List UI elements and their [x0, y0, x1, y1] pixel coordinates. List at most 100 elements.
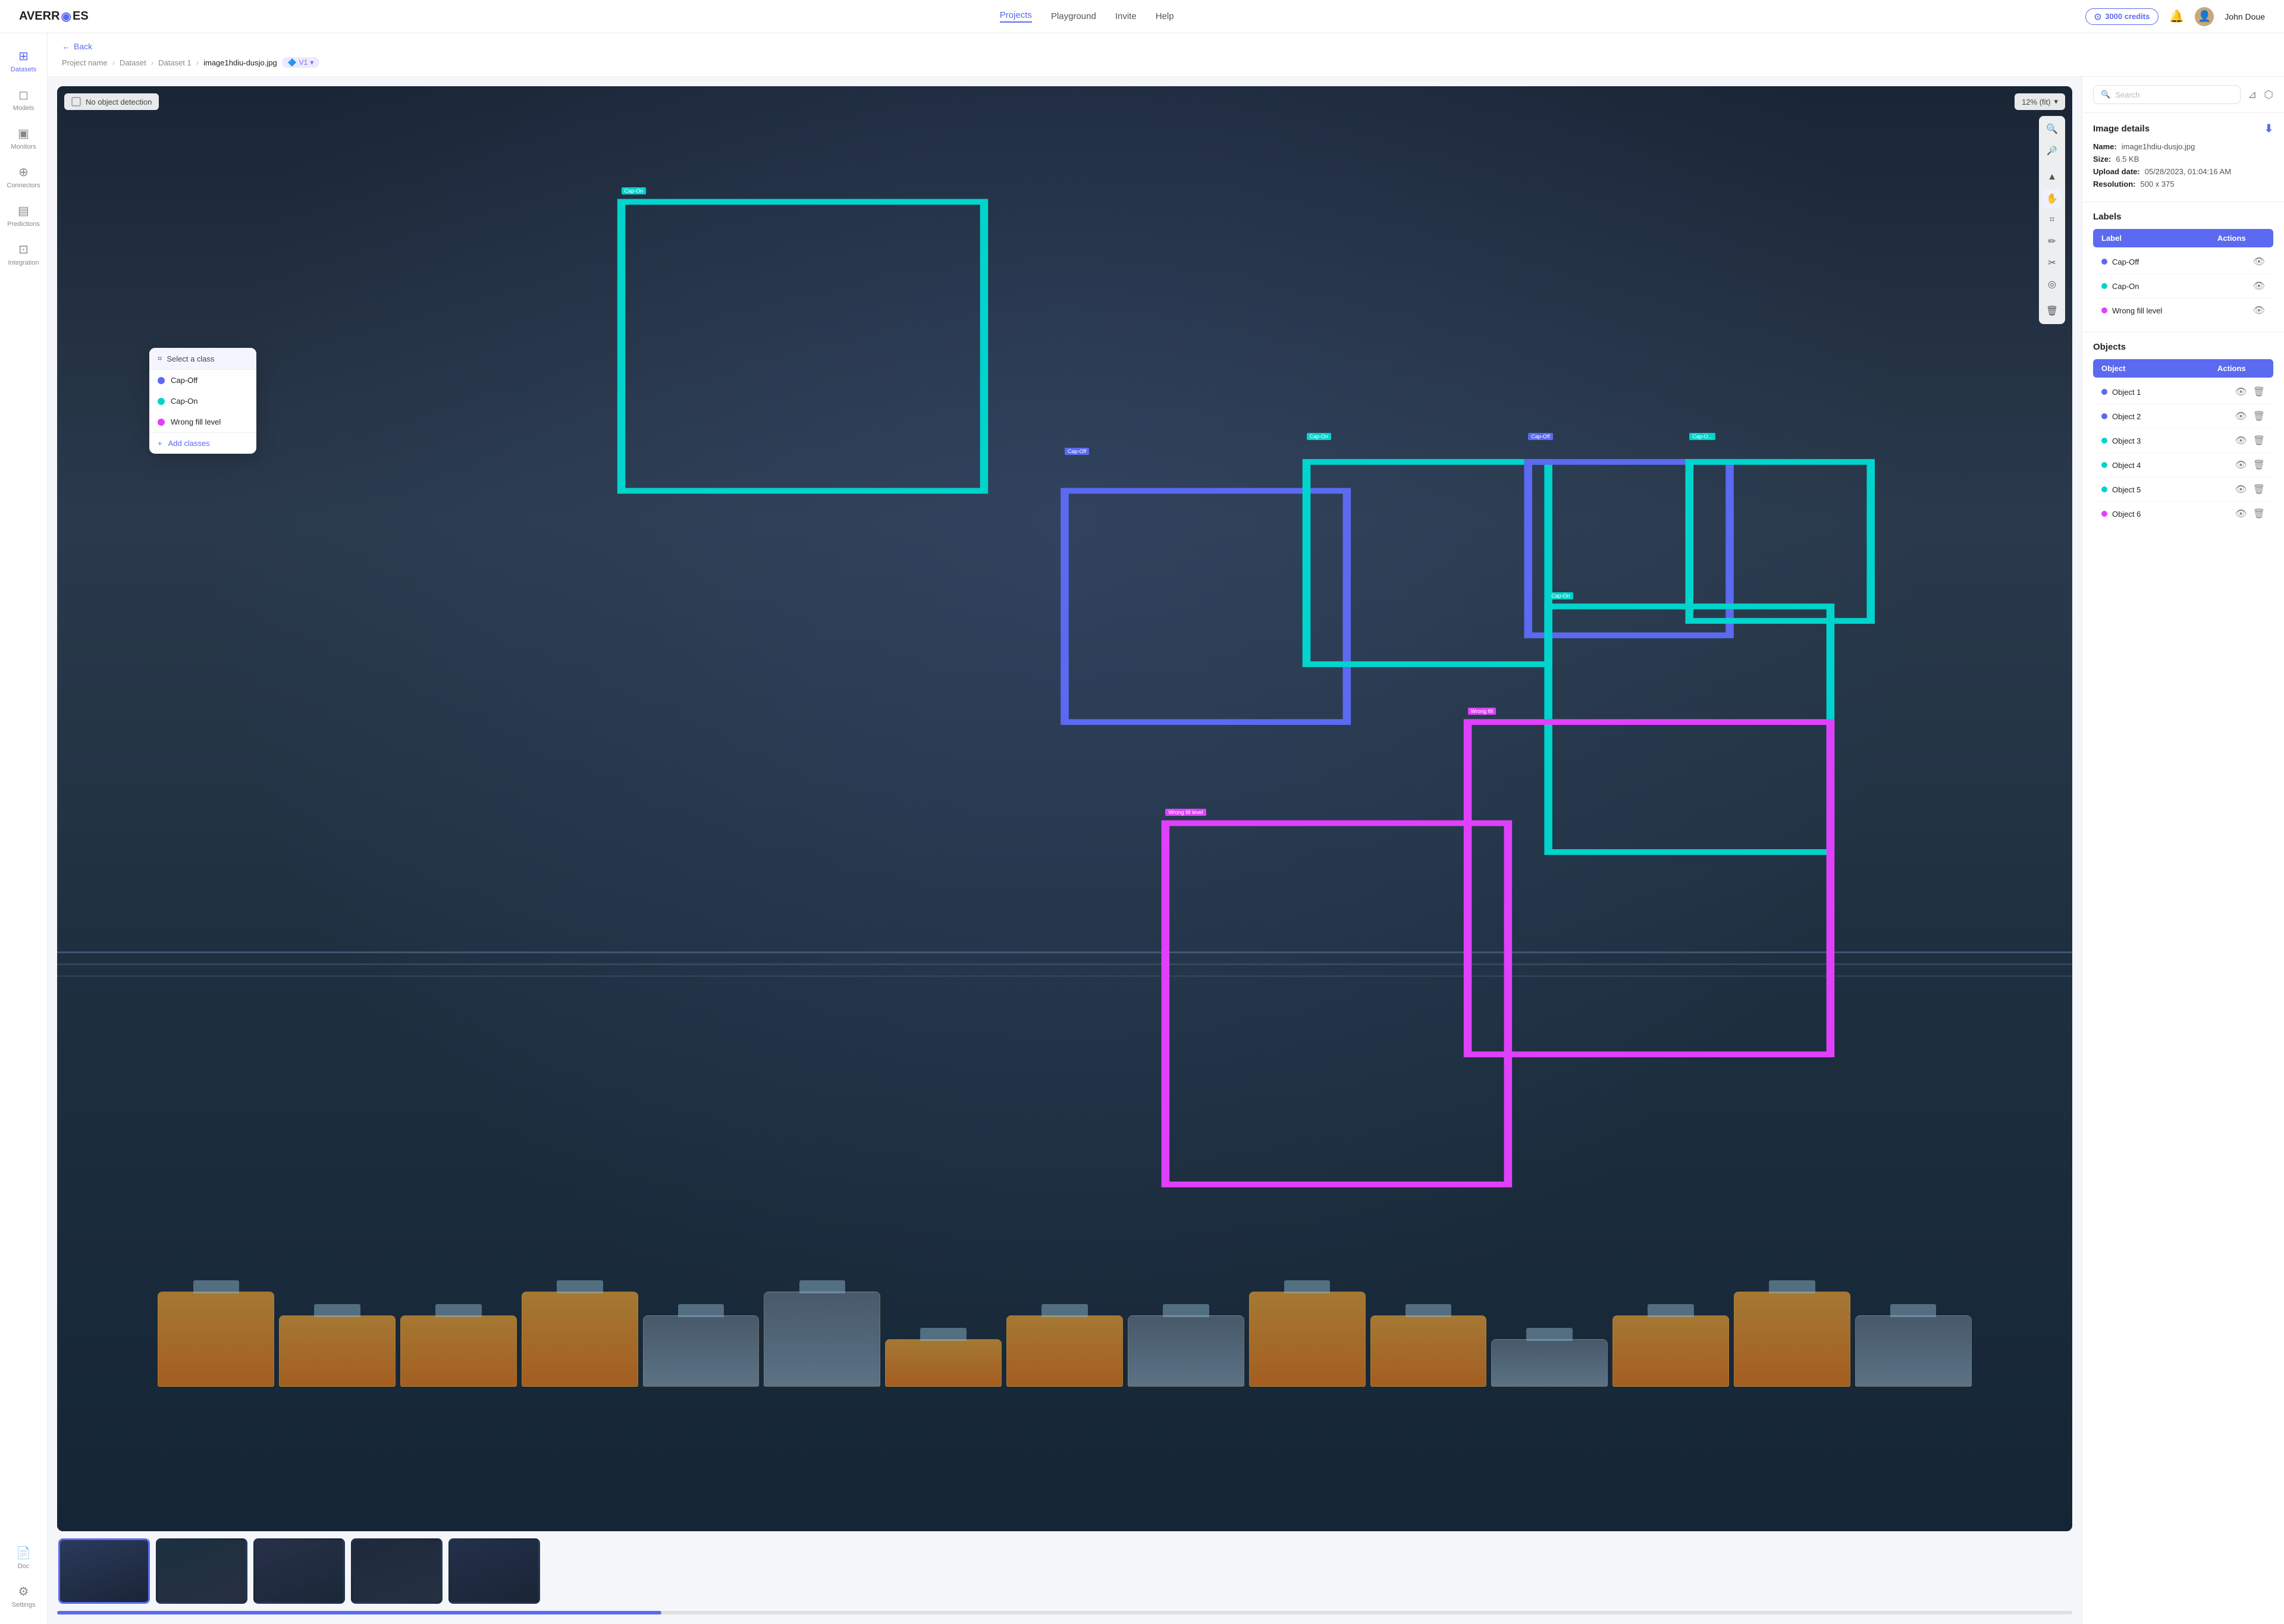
- sidebar-item-predictions[interactable]: ▤ Predictions: [4, 197, 44, 234]
- class-option-capoff[interactable]: Cap-Off: [149, 370, 256, 391]
- wrongfill-dot: [158, 419, 165, 426]
- class-option-capon[interactable]: Cap-On: [149, 391, 256, 412]
- tool-polygon[interactable]: ⌗: [2043, 211, 2062, 230]
- class-selector-header: ⌗ Select a class: [149, 348, 256, 370]
- object-col-header: Object: [2101, 364, 2217, 373]
- object-row-5: Object 5 👁 🗑: [2093, 478, 2273, 502]
- user-avatar[interactable]: 👤: [2195, 7, 2214, 26]
- object6-delete-icon[interactable]: 🗑: [2253, 508, 2265, 520]
- wrongfill-visibility-icon[interactable]: 👁: [2253, 304, 2265, 316]
- tool-brush[interactable]: ✏: [2043, 232, 2062, 251]
- version-chevron: ▾: [310, 58, 313, 67]
- tool-delete[interactable]: 🗑: [2043, 301, 2062, 321]
- sidebar-item-settings[interactable]: ⚙ Settings: [4, 1578, 44, 1614]
- thumbnail-1[interactable]: [156, 1538, 247, 1604]
- nav-help[interactable]: Help: [1156, 11, 1174, 21]
- no-detection-badge[interactable]: No object detection: [64, 93, 159, 110]
- editor-area: Cap-On Cap-Off Cap-On Cap-Off Cap-O... C…: [48, 77, 2284, 1624]
- integration-icon: ⊡: [18, 242, 29, 257]
- sidebar-label-connectors: Connectors: [7, 182, 40, 189]
- breadcrumb-dataset1[interactable]: Dataset 1: [158, 58, 192, 67]
- bbox-label-capoff-1: Cap-Off: [1065, 448, 1089, 455]
- sidebar-item-models[interactable]: ◻ Models: [4, 81, 44, 118]
- app-logo[interactable]: AVERR◉ES: [19, 9, 89, 24]
- thumbnail-4[interactable]: [448, 1538, 540, 1604]
- object5-name: Object 5: [2112, 485, 2141, 494]
- object5-visibility-icon[interactable]: 👁: [2235, 483, 2247, 495]
- breadcrumb-project[interactable]: Project name: [62, 58, 108, 67]
- search-icon: 🔍: [2101, 90, 2110, 99]
- object3-visibility-icon[interactable]: 👁: [2235, 435, 2247, 447]
- sidebar-item-connectors[interactable]: ⊕ Connectors: [4, 159, 44, 195]
- back-label: Back: [74, 42, 92, 51]
- capoff-visibility-icon[interactable]: 👁: [2253, 256, 2265, 268]
- monitors-icon: ▣: [18, 126, 29, 141]
- sidebar-label-integration: Integration: [8, 259, 39, 266]
- sidebar-item-integration[interactable]: ⊡ Integration: [4, 236, 44, 272]
- credits-label: 3000 credits: [2105, 12, 2150, 21]
- predictions-icon: ▤: [18, 203, 29, 218]
- object4-delete-icon[interactable]: 🗑: [2253, 459, 2265, 471]
- zoom-control[interactable]: 12% (fit) ▾: [2015, 93, 2065, 110]
- filter-icon[interactable]: ⊿: [2248, 89, 2257, 101]
- thumbnail-2[interactable]: [253, 1538, 345, 1604]
- thumbnail-3[interactable]: [351, 1538, 443, 1604]
- object-row-4: Object 4 👁 🗑: [2093, 453, 2273, 478]
- back-link[interactable]: ← Back: [62, 42, 2270, 51]
- search-bar[interactable]: 🔍 Search: [2093, 85, 2241, 104]
- capon-visibility-icon[interactable]: 👁: [2253, 280, 2265, 292]
- image-details-title: Image details: [2093, 124, 2150, 134]
- object6-visibility-icon[interactable]: 👁: [2235, 508, 2247, 520]
- capon-label: Cap-On: [171, 397, 198, 406]
- tool-zoom-in[interactable]: 🔍: [2043, 120, 2062, 139]
- sidebar-label-settings: Settings: [12, 1601, 36, 1609]
- class-selector-title: Select a class: [167, 354, 214, 363]
- sidebar-item-doc[interactable]: 📄 Doc: [4, 1540, 44, 1576]
- object1-visibility-icon[interactable]: 👁: [2235, 386, 2247, 398]
- object3-name: Object 3: [2112, 436, 2141, 445]
- object2-delete-icon[interactable]: 🗑: [2253, 410, 2265, 422]
- tag-icon[interactable]: ⬡: [2264, 89, 2273, 101]
- main-content: ← Back Project name › Dataset › Dataset …: [48, 33, 2284, 1624]
- add-class-option[interactable]: + Add classes: [149, 432, 256, 454]
- detection-checkbox[interactable]: [71, 97, 81, 106]
- capon-label-text: Cap-On: [2112, 282, 2139, 291]
- thumbnail-0[interactable]: [58, 1538, 150, 1604]
- sidebar-item-monitors[interactable]: ▣ Monitors: [4, 120, 44, 156]
- labels-section: Labels Label Actions Cap-Off 👁: [2082, 202, 2284, 332]
- wrongfill-label-dot: [2101, 307, 2107, 313]
- tool-hand[interactable]: ✋: [2043, 189, 2062, 208]
- nav-playground[interactable]: Playground: [1051, 11, 1096, 21]
- label-row-capoff: Cap-Off 👁: [2093, 250, 2273, 274]
- object4-visibility-icon[interactable]: 👁: [2235, 459, 2247, 471]
- sidebar-item-datasets[interactable]: ⊞ Datasets: [4, 43, 44, 79]
- sidebar-label-models: Models: [13, 105, 34, 112]
- nav-invite[interactable]: Invite: [1115, 11, 1137, 21]
- breadcrumb-dataset[interactable]: Dataset: [120, 58, 146, 67]
- tool-cursor[interactable]: ▲: [2043, 168, 2062, 187]
- sidebar-label-datasets: Datasets: [11, 66, 36, 73]
- breadcrumb-image[interactable]: image1hdiu-dusjo.jpg: [203, 58, 277, 67]
- class-selector-popup: ⌗ Select a class Cap-Off Cap-On: [149, 348, 256, 454]
- object1-delete-icon[interactable]: 🗑: [2253, 386, 2265, 398]
- credits-badge[interactable]: ⊙ 3000 credits: [2085, 8, 2159, 25]
- class-option-wrongfill[interactable]: Wrong fill level: [149, 412, 256, 432]
- download-icon[interactable]: ⬇: [2264, 122, 2273, 135]
- sidebar-label-predictions: Predictions: [7, 221, 39, 228]
- nav-projects[interactable]: Projects: [1000, 10, 1032, 23]
- bbox-label-capon-4: Cap-On: [1548, 592, 1573, 599]
- capoff-label: Cap-Off: [171, 376, 197, 385]
- tool-hide[interactable]: ◎: [2043, 275, 2062, 294]
- user-name[interactable]: John Doue: [2225, 12, 2265, 21]
- object3-delete-icon[interactable]: 🗑: [2253, 435, 2265, 447]
- capon-dot: [158, 398, 165, 405]
- tool-zoom-out[interactable]: 🔎: [2043, 141, 2062, 160]
- search-placeholder: Search: [2115, 90, 2139, 99]
- label-actions-header: Actions: [2217, 234, 2265, 243]
- notifications-bell[interactable]: 🔔: [2169, 9, 2184, 24]
- version-badge[interactable]: 🔷 V1 ▾: [282, 57, 320, 68]
- label-row-capon: Cap-On 👁: [2093, 274, 2273, 299]
- tool-lasso[interactable]: ✂: [2043, 253, 2062, 272]
- object2-visibility-icon[interactable]: 👁: [2235, 410, 2247, 422]
- object5-delete-icon[interactable]: 🗑: [2253, 483, 2265, 495]
